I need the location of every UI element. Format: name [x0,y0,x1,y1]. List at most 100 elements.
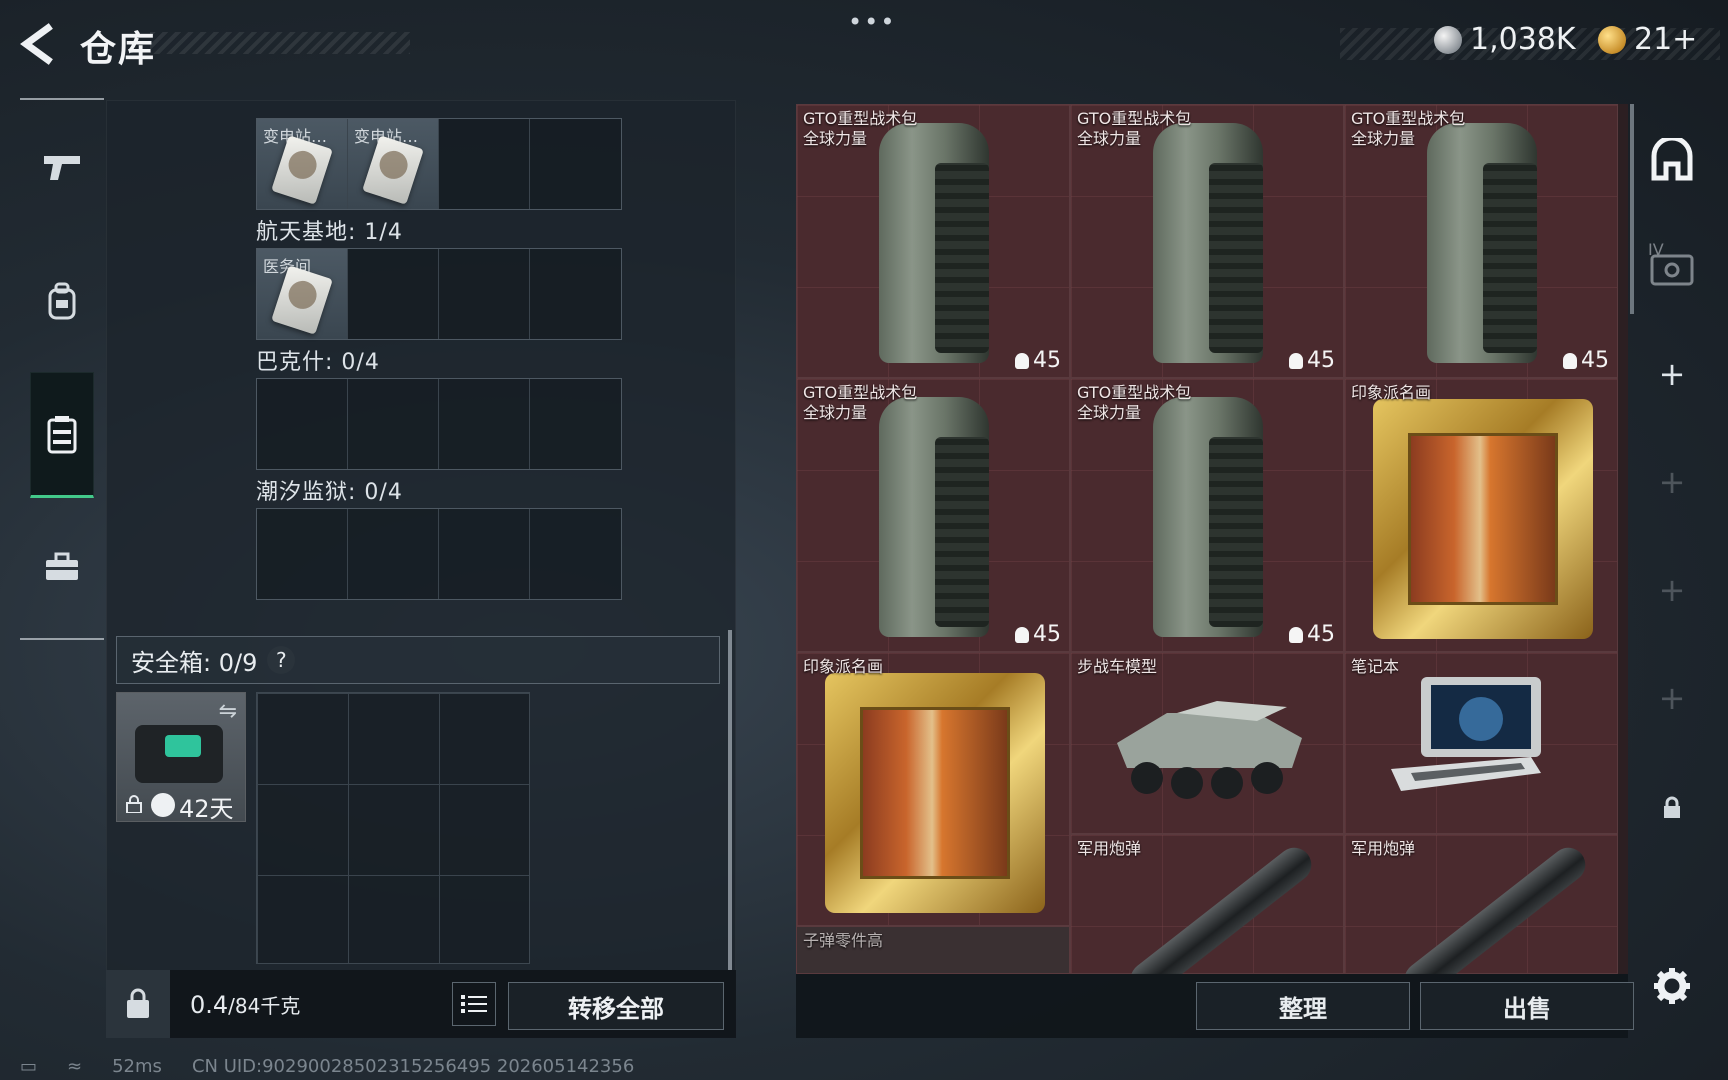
backpack-item-icon [879,123,989,363]
item-count: 45 [1307,348,1335,373]
item-count: 45 [1581,348,1609,373]
locked-slot[interactable] [1644,780,1700,836]
key-slot[interactable]: 变电站… [257,119,348,209]
key-slot-empty[interactable] [439,249,530,339]
plus-icon: + [1658,679,1686,717]
item-name: 印象派名画 [1351,383,1432,402]
transfer-all-button[interactable]: 转移全部 [508,982,724,1030]
inventory-item-painting[interactable]: 印象派名画 [796,652,1070,926]
tier-case-tab[interactable]: IV [1644,238,1700,294]
painting-item-icon [825,673,1045,913]
key-slot-empty[interactable] [530,379,621,469]
section-label-space-base: 航天基地: 1/4 [256,220,403,245]
chest-rig-icon [47,416,77,454]
key-slot-empty[interactable] [439,379,530,469]
safe-box-grid[interactable] [256,692,530,964]
item-count: 45 [1307,622,1335,647]
backpack-item-icon [1427,123,1537,363]
swap-icon[interactable]: ⇋ [219,699,237,724]
safe-box-header: 安全箱: 0/9 ? [116,636,720,684]
item-name-line1: GTO重型战术包 [1351,109,1466,128]
inventory-grid: GTO重型战术包 全球力量 45 GTO重型战术包 全球力量 45 GTO重型战术包… [796,104,1628,974]
inventory-item-backpack[interactable]: GTO重型战术包 全球力量 45 [1070,378,1344,652]
item-name-line2: 全球力量 [1077,129,1142,148]
gold-coin-icon [1598,25,1626,54]
key-slot-empty[interactable] [530,249,621,339]
plus-icon: + [1658,355,1686,393]
item-durability: 45 [1289,348,1335,373]
ping-readout: 52ms [112,1056,162,1077]
item-name-line1: GTO重型战术包 [803,383,918,402]
inventory-item-backpack[interactable]: GTO重型战术包 全球力量 45 [796,104,1070,378]
sort-button[interactable]: 整理 [1196,982,1410,1030]
item-name-line2: 全球力量 [1351,129,1416,148]
settings-button[interactable] [1644,958,1700,1014]
currency-gold[interactable]: 21+ [1598,22,1697,57]
list-icon [461,995,487,1013]
help-button[interactable]: ? [267,646,296,674]
key-slot-empty[interactable] [530,509,621,599]
tier-label: IV [1648,240,1664,259]
key-slot-empty[interactable] [348,249,439,339]
key-slot[interactable]: 医务间 [257,249,348,339]
add-slot-button[interactable]: + [1644,346,1700,402]
key-slot-empty[interactable] [257,379,348,469]
inventory-scrollbar[interactable] [1630,104,1634,314]
sell-button[interactable]: 出售 [1420,982,1634,1030]
nav-item-gear[interactable] [30,246,94,356]
weight-capacity: /84千克 [228,993,301,1018]
add-slot-button[interactable]: + [1644,562,1700,618]
inventory-item-backpack[interactable]: GTO重型战术包 全球力量 45 [1344,104,1618,378]
item-name: 步战车模型 [1077,657,1158,676]
section-label-tidal-prison: 潮汐监狱: 0/4 [256,480,403,505]
item-name-line2: 全球力量 [803,129,868,148]
nav-item-weapons[interactable] [30,112,94,222]
container-tab[interactable] [1644,132,1700,188]
key-slot-empty[interactable] [348,379,439,469]
nav-item-storage[interactable] [30,372,94,498]
item-durability: 45 [1015,622,1061,647]
capacity-icon [1563,352,1577,369]
more-options-icon[interactable]: ••• [848,8,896,36]
silver-amount: 1,038K [1470,22,1576,57]
key-slot-empty[interactable] [257,509,348,599]
inventory-item-backpack[interactable]: GTO重型战术包 全球力量 45 [1070,104,1344,378]
backpack-icon [48,282,76,320]
capacity-icon [1015,352,1029,369]
item-name: GTO重型战术包 全球力量 [1077,383,1191,423]
title-decoration [150,32,410,54]
nav-divider-bottom [20,638,104,640]
safe-box-item[interactable]: ⇋ 42天 [116,692,246,823]
safe-box-label: 安全箱: 0/9 [131,648,258,677]
key-slot-empty[interactable] [348,509,439,599]
inventory-item-laptop[interactable]: 笔记本 [1344,652,1618,834]
key-slot[interactable]: 变电站… [348,119,439,209]
key-slot-empty[interactable] [530,119,621,209]
back-button[interactable] [18,22,62,66]
backpack-item-icon [1153,397,1263,637]
key-grid-tidal-prison [256,508,622,600]
key-grid-bakhsh [256,378,622,470]
key-slot-empty[interactable] [439,509,530,599]
inventory-item-parts[interactable]: 子弹零件高 [796,926,1070,974]
add-slot-button[interactable]: + [1644,670,1700,726]
lock-button[interactable] [106,970,170,1038]
plus-icon: + [1658,463,1686,501]
list-view-button[interactable] [452,982,496,1026]
inventory-item-shell[interactable]: 军用炮弹 [1070,834,1344,974]
key-slot-empty[interactable] [439,119,530,209]
inventory-item-vehicle-model[interactable]: 步战车模型 [1070,652,1344,834]
storage-scrollbar[interactable] [728,630,732,970]
laptop-icon [1391,677,1541,791]
inventory-item-painting[interactable]: 印象派名画 [1344,378,1618,652]
item-durability: 45 [1015,348,1061,373]
add-slot-button[interactable]: + [1644,454,1700,510]
nav-item-toolbox[interactable] [30,512,94,622]
inventory-item-shell[interactable]: 军用炮弹 [1344,834,1618,974]
inventory-item-backpack[interactable]: GTO重型战术包 全球力量 45 [796,378,1070,652]
settings-gear-icon [1654,968,1690,1004]
shell-item-icon [1123,840,1319,974]
capacity-icon [1015,626,1029,643]
lock-icon [1664,796,1680,818]
currency-silver[interactable]: 1,038K [1434,22,1576,57]
